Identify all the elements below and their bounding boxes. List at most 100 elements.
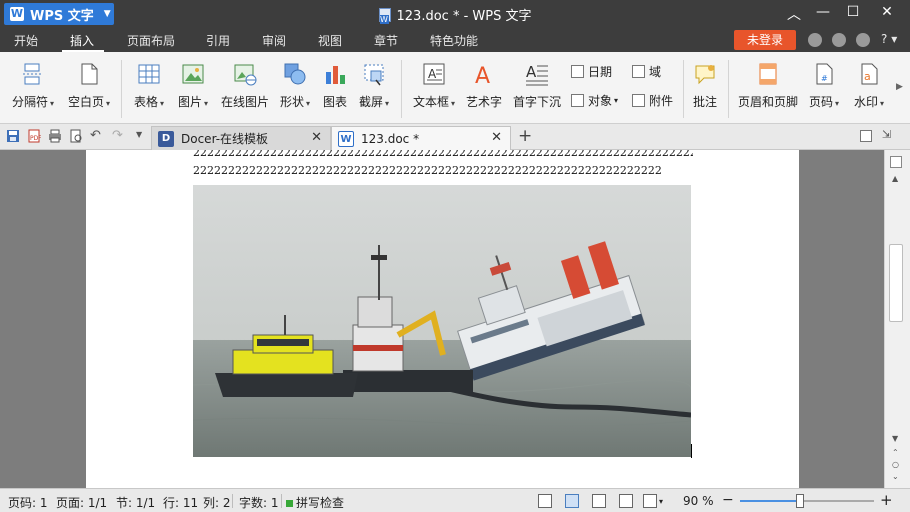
tab-docer-templates[interactable]: D Docer-在线模板 ✕ (151, 126, 331, 150)
inserted-photo[interactable] (193, 185, 691, 457)
close-tab-icon[interactable]: ✕ (311, 130, 322, 145)
page-view-icon[interactable] (565, 494, 579, 508)
comment-button[interactable]: 批注 (688, 52, 722, 124)
maximize-button[interactable]: ☐ (842, 4, 864, 20)
close-tab-icon[interactable]: ✕ (491, 130, 502, 145)
new-tab-button[interactable]: + (518, 126, 532, 146)
drop-cap-icon: A (525, 62, 549, 86)
page-break-button[interactable]: 分隔符 ▾ (8, 52, 58, 124)
help-button[interactable]: ? ▾ (881, 32, 897, 46)
chart-button[interactable]: 图表 (320, 52, 350, 124)
ribbon-scroll-right-icon[interactable]: ▶ (896, 82, 903, 92)
text-cursor (691, 444, 692, 458)
ruler-toggle-icon[interactable] (890, 156, 902, 168)
status-word-count[interactable]: 字数: 1 (239, 494, 279, 511)
chart-icon (323, 62, 347, 86)
field-button[interactable]: 域 (632, 63, 661, 80)
scroll-up-arrow-icon[interactable]: ▲ (892, 174, 898, 183)
vertical-scrollbar[interactable]: ▲ ▼ ⌃ ○ ⌄ (884, 150, 910, 488)
collapse-ribbon-icon[interactable]: ︿ (783, 4, 805, 24)
cloud-sync-icon[interactable] (808, 33, 822, 47)
menu-special-features[interactable]: 特色功能 (430, 32, 478, 49)
quick-access-dropdown-icon[interactable]: ▼ (136, 130, 150, 144)
ribbon-separator (121, 60, 122, 118)
fullscreen-view-icon[interactable] (538, 494, 552, 508)
login-button[interactable]: 未登录 (734, 30, 796, 50)
outline-view-icon[interactable] (592, 494, 606, 508)
word-doc-icon: W (338, 130, 354, 147)
blank-page-button[interactable]: 空白页 ▾ (64, 52, 114, 124)
tab-123-doc[interactable]: W 123.doc * ✕ (331, 126, 511, 150)
zoom-slider[interactable] (740, 494, 874, 508)
header-footer-icon (756, 62, 780, 86)
print-icon[interactable] (48, 129, 62, 143)
online-picture-button[interactable]: 在线图片 (218, 52, 272, 124)
title-bar: W WPS 文字 ▼ 123.doc * - WPS 文字 ︿ — ☐ ✕ (0, 0, 910, 28)
header-footer-button[interactable]: 页眉和页脚 (735, 52, 801, 124)
zoom-in-button[interactable]: + (880, 491, 893, 509)
select-browse-object-icon[interactable]: ○ (892, 460, 899, 469)
zoom-out-button[interactable]: − (722, 492, 734, 508)
menu-page-layout[interactable]: 页面布局 (127, 32, 175, 49)
refresh-icon[interactable] (832, 33, 846, 47)
paperclip-icon (632, 94, 645, 107)
menu-references[interactable]: 引用 (206, 32, 230, 49)
status-separator (232, 494, 233, 508)
calendar-icon (571, 65, 584, 78)
table-button[interactable]: 表格 ▾ (130, 52, 168, 124)
scrollbar-thumb[interactable] (889, 244, 903, 322)
restore-window-icon[interactable] (860, 130, 872, 142)
textbox-button[interactable]: A 文本框 ▾ (410, 52, 458, 124)
spell-check-toggle[interactable]: 拼写检查 (286, 494, 344, 511)
page-number-button[interactable]: # 页码 ▾ (805, 52, 843, 124)
object-icon (571, 94, 584, 107)
previous-page-icon[interactable]: ⌃ (892, 448, 899, 457)
zoom-slider-fill (740, 500, 801, 502)
menu-bar: 开始 插入 页面布局 引用 审阅 视图 章节 特色功能 未登录 ? ▾ (0, 28, 910, 52)
menu-view[interactable]: 视图 (318, 32, 342, 49)
scroll-down-arrow-icon[interactable]: ▼ (892, 434, 898, 443)
web-view-icon[interactable] (619, 494, 633, 508)
date-button[interactable]: 日期 (571, 63, 612, 80)
menu-home[interactable]: 开始 (14, 32, 38, 49)
svg-text:#: # (821, 74, 828, 83)
comment-icon (693, 62, 717, 86)
menu-review[interactable]: 审阅 (262, 32, 286, 49)
save-icon[interactable] (6, 129, 20, 143)
wordart-button[interactable]: A 艺术字 (464, 52, 504, 124)
status-row: 行: 11 (163, 496, 199, 510)
reading-view-icon[interactable] (643, 494, 657, 508)
field-icon (632, 65, 645, 78)
status-pages: 页面: 1/1 (56, 496, 108, 510)
document-page[interactable]: 2222222222222222222222222222222222222222… (86, 150, 799, 488)
undo-icon[interactable]: ↶ (90, 128, 104, 143)
watermark-icon: a (857, 62, 881, 86)
view-dropdown-icon[interactable]: ▾ (659, 497, 663, 506)
zoom-level[interactable]: 90 % (683, 494, 714, 508)
picture-button[interactable]: 图片 ▾ (174, 52, 212, 124)
export-pdf-icon[interactable]: PDF (27, 129, 41, 143)
drop-cap-button[interactable]: A 首字下沉 (510, 52, 564, 124)
zoom-slider-thumb[interactable] (796, 494, 805, 508)
attachment-button[interactable]: 附件 (632, 92, 673, 109)
object-button[interactable]: 对象 ▾ (571, 92, 618, 109)
skin-shirt-icon[interactable] (856, 33, 870, 47)
svg-text:PDF: PDF (30, 135, 41, 142)
menu-section[interactable]: 章节 (374, 32, 398, 49)
close-button[interactable]: ✕ (876, 4, 898, 20)
minimize-button[interactable]: — (812, 4, 834, 20)
text-line: 2222222222222222222222222222222222222222… (193, 150, 693, 159)
screenshot-button[interactable]: 截屏 ▾ (355, 52, 393, 124)
page-break-icon (21, 62, 45, 86)
ribbon-separator (728, 60, 729, 118)
tab-menu-icon[interactable]: ⇲ (882, 128, 891, 141)
print-preview-icon[interactable] (69, 129, 83, 143)
insert-ribbon: 分隔符 ▾ 空白页 ▾ 表格 ▾ 图片 ▾ 在线图片 形状 ▾ 图表 截屏 ▾ … (0, 52, 910, 124)
svg-text:a: a (864, 70, 871, 83)
shapes-button[interactable]: 形状 ▾ (276, 52, 314, 124)
status-bar: 页码: 1 页面: 1/1 节: 1/1 行: 11 列: 2 字数: 1 拼写… (0, 488, 910, 512)
menu-insert[interactable]: 插入 (70, 32, 94, 49)
redo-icon[interactable]: ↷ (112, 128, 126, 143)
watermark-button[interactable]: a 水印 ▾ (850, 52, 888, 124)
next-page-icon[interactable]: ⌄ (892, 472, 899, 481)
